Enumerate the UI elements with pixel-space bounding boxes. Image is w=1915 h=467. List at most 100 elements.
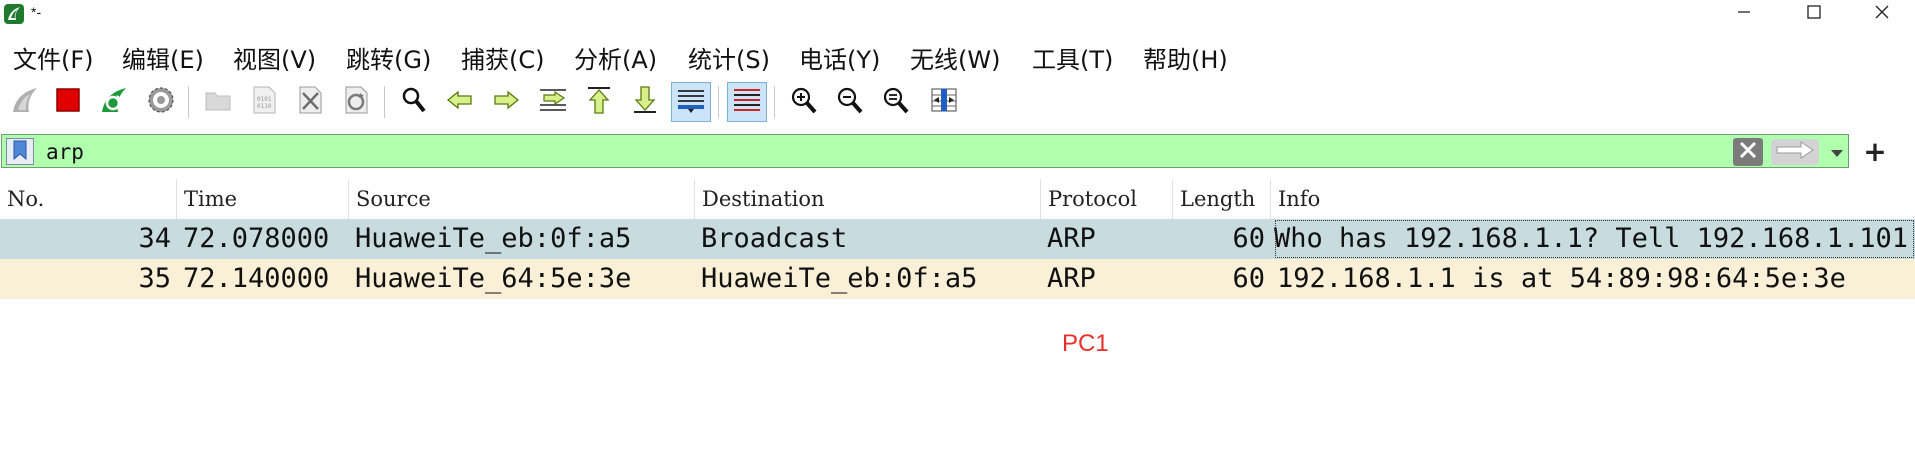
svg-text:0101: 0101 [257,96,272,103]
zoom-normal-button[interactable] [876,82,916,122]
find-packet-icon [399,85,429,119]
chevron-down-icon [1830,143,1844,162]
zoom-out-icon [835,85,865,119]
column-header-length[interactable]: Length [1173,179,1271,219]
menu-help[interactable]: 帮助(H) [1143,40,1228,75]
stop-capture-icon [53,85,83,119]
toolbar-separator [774,86,775,118]
save-file-button[interactable]: 0101 0110 [244,82,284,122]
close-file-button[interactable] [290,82,330,122]
menu-go[interactable]: 跳转(G) [346,40,431,75]
maximize-icon [1806,4,1822,24]
main-toolbar: 0101 0110 [0,80,1915,124]
reload-file-icon [341,85,371,119]
packet-length: 60 [1232,223,1265,254]
menu-view[interactable]: 视图(V) [233,40,316,75]
go-first-packet-icon [584,85,614,119]
find-packet-button[interactable] [394,82,434,122]
menu-capture[interactable]: 捕获(C) [461,40,544,75]
go-back-button[interactable] [440,82,480,122]
annotation-label: PC1 [1062,330,1109,357]
close-button[interactable] [1852,0,1912,28]
column-header-no[interactable]: No. [0,179,177,219]
go-forward-button[interactable] [486,82,526,122]
packet-list: No. Time Source Destination Protocol Len… [0,179,1915,299]
menu-analyze[interactable]: 分析(A) [574,40,657,75]
packet-row[interactable]: 34 72.078000 HuaweiTe_eb:0f:a5 Broadcast… [0,219,1915,259]
open-file-button[interactable] [198,82,238,122]
menu-file[interactable]: 文件(F) [13,40,94,75]
packet-protocol: ARP [1047,263,1096,294]
menu-wireless[interactable]: 无线(W) [910,40,1000,75]
plus-icon: + [1863,134,1887,168]
start-capture-button[interactable] [5,82,45,122]
zoom-in-button[interactable] [784,82,824,122]
column-header-info[interactable]: Info [1271,179,1915,219]
go-last-packet-icon [630,85,660,119]
resize-columns-button[interactable] [924,82,964,122]
colorize-icon [732,85,762,119]
filter-bookmark-button[interactable] [6,138,34,165]
bookmark-icon [13,140,27,164]
auto-scroll-icon [676,85,706,119]
close-icon [1874,4,1890,24]
close-file-icon [295,85,325,119]
capture-options-button[interactable] [141,82,181,122]
packet-row[interactable]: 35 72.140000 HuaweiTe_64:5e:3e HuaweiTe_… [0,259,1915,299]
menu-telephony[interactable]: 电话(Y) [799,40,880,75]
go-last-packet-button[interactable] [625,82,665,122]
column-header-time[interactable]: Time [177,179,349,219]
packet-list-header: No. Time Source Destination Protocol Len… [0,179,1915,219]
save-file-icon: 0101 0110 [249,85,279,119]
add-filter-button[interactable]: + [1858,134,1892,168]
toolbar-separator [718,86,719,118]
clear-icon [1738,140,1758,164]
packet-info: Who has 192.168.1.1? Tell 192.168.1.101 [1274,219,1915,259]
clear-filter-button[interactable] [1733,138,1763,166]
title-bar: *- [0,0,1915,28]
packet-source: HuaweiTe_64:5e:3e [355,263,632,294]
auto-scroll-button[interactable] [671,82,711,122]
toolbar-separator [384,86,385,118]
column-header-destination[interactable]: Destination [695,179,1041,219]
svg-text:0110: 0110 [257,103,272,110]
zoom-out-button[interactable] [830,82,870,122]
packet-source: HuaweiTe_eb:0f:a5 [355,223,632,254]
go-first-packet-button[interactable] [579,82,619,122]
packet-destination: Broadcast [701,223,848,254]
menu-edit[interactable]: 编辑(E) [122,40,204,75]
go-to-packet-button[interactable] [533,82,573,122]
go-forward-icon [491,85,521,119]
filter-history-dropdown[interactable] [1826,139,1848,165]
menu-tools[interactable]: 工具(T) [1032,40,1113,75]
go-back-icon [445,85,475,119]
packet-time: 72.140000 [183,263,330,294]
packet-no: 34 [138,223,171,254]
restart-capture-icon [99,85,129,119]
restart-capture-button[interactable] [94,82,134,122]
reload-file-button[interactable] [336,82,376,122]
minimize-button[interactable] [1714,0,1774,28]
packet-length: 60 [1232,263,1265,294]
column-header-source[interactable]: Source [349,179,695,219]
zoom-normal-icon [881,85,911,119]
packet-info: 192.168.1.1 is at 54:89:98:64:5e:3e [1277,263,1846,294]
colorize-button[interactable] [727,82,767,122]
start-capture-icon [10,85,40,119]
capture-options-icon [146,85,176,119]
packet-time: 72.078000 [183,223,330,254]
arrow-right-icon [1775,140,1815,164]
column-header-protocol[interactable]: Protocol [1041,179,1173,219]
menu-statistics[interactable]: 统计(S) [688,40,770,75]
apply-filter-button[interactable] [1771,139,1819,165]
stop-capture-button[interactable] [48,82,88,122]
resize-columns-icon [929,85,959,119]
packet-protocol: ARP [1047,223,1096,254]
display-filter-bar: arp + [0,134,1915,170]
filter-text[interactable]: arp [46,140,84,164]
display-filter-input[interactable]: arp [1,134,1849,168]
go-to-packet-icon [538,85,568,119]
window-title: *- [31,4,42,20]
packet-no: 35 [138,263,171,294]
maximize-button[interactable] [1784,0,1844,28]
